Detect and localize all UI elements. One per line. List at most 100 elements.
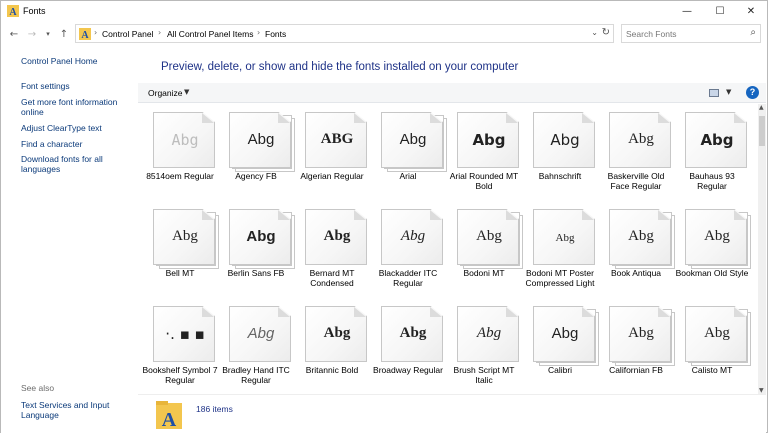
font-tile[interactable]: Abg Bell MT	[142, 201, 219, 301]
font-tile[interactable]: Abg Calibri	[522, 298, 599, 394]
font-preview-sheet: ·. ▪ ▪	[153, 306, 215, 362]
font-name: Calisto MT	[691, 365, 733, 375]
link-more-font-info[interactable]: Get more font information online	[21, 97, 121, 117]
arrow-up-icon: ↑	[59, 28, 69, 40]
page-fold	[582, 113, 594, 123]
font-name: Calibri	[547, 365, 573, 375]
font-file-icon: Abg	[305, 209, 371, 267]
font-tile[interactable]: Abg Broadway Regular	[370, 298, 446, 394]
font-sample: Abg	[172, 228, 198, 244]
font-file-icon: Abg	[381, 112, 447, 172]
font-name: Agency FB	[235, 171, 277, 181]
font-preview-sheet: Abg	[533, 112, 595, 168]
font-tile[interactable]: Abg Calisto MT	[674, 298, 751, 394]
font-sample: Abg	[171, 131, 199, 149]
up-button[interactable]: ↑	[57, 26, 71, 42]
font-sample: ·. ▪ ▪	[165, 325, 205, 343]
back-button[interactable]: ←	[7, 26, 21, 42]
font-sample: Abg	[704, 325, 730, 341]
scroll-thumb[interactable]	[759, 116, 765, 146]
font-grid: Abg 8514oem Regular Abg Agency FB ABG Algeria…	[138, 104, 758, 394]
search-icon[interactable]: ⌕	[750, 27, 756, 38]
search-input[interactable]	[626, 28, 741, 40]
address-dropdown-icon[interactable]: ⌄	[591, 28, 598, 37]
breadcrumb-control-panel[interactable]: Control Panel	[102, 29, 154, 39]
font-tile[interactable]: Abg Bradley Hand ITC Regular	[218, 298, 294, 394]
font-file-icon: Abg	[609, 112, 675, 170]
font-name: Book Antiqua	[610, 268, 662, 278]
font-preview-sheet: Abg	[229, 112, 291, 168]
view-options-chevron-icon[interactable]: ▼	[726, 88, 731, 96]
font-preview-sheet: Abg	[153, 112, 215, 168]
help-icon[interactable]: ?	[746, 86, 759, 99]
breadcrumb-fonts[interactable]: Fonts	[265, 29, 286, 39]
link-download-fonts[interactable]: Download fonts for all languages	[21, 154, 111, 174]
details-pane: A 186 items	[138, 394, 766, 433]
fonts-app-icon: A	[7, 5, 19, 17]
font-file-icon: Abg	[305, 306, 371, 364]
font-tile[interactable]: Abg Californian FB	[598, 298, 675, 394]
font-tile[interactable]: ABG Algerian Regular	[294, 104, 370, 204]
minimize-button[interactable]: —	[671, 1, 703, 21]
font-name: Bookshelf Symbol 7 Regular	[142, 365, 218, 385]
font-sample: Abg	[551, 325, 579, 342]
link-font-settings[interactable]: Font settings	[21, 81, 133, 91]
font-sample: Abg	[399, 325, 427, 341]
font-tile[interactable]: Abg Arial Rounded MT Bold	[446, 104, 522, 204]
font-tile[interactable]: Abg Baskerville Old Face Regular	[598, 104, 674, 204]
link-control-panel-home[interactable]: Control Panel Home	[21, 56, 133, 66]
font-tile[interactable]: Abg Bernard MT Condensed	[294, 201, 370, 301]
search-box[interactable]: ⌕	[621, 24, 761, 43]
font-sample: Abg	[555, 232, 575, 244]
breadcrumb-all-items[interactable]: All Control Panel Items	[167, 29, 253, 39]
link-find-character[interactable]: Find a character	[21, 139, 133, 149]
font-tile[interactable]: ·. ▪ ▪ Bookshelf Symbol 7 Regular	[142, 298, 218, 394]
font-tile[interactable]: Abg Blackadder ITC Regular	[370, 201, 446, 301]
font-tile[interactable]: Abg Bodoni MT Poster Compressed Light	[522, 201, 598, 301]
refresh-icon[interactable]: ↻	[602, 27, 610, 38]
font-sample: Abg	[247, 131, 275, 148]
font-sample: Abg	[550, 131, 580, 149]
svg-text:A: A	[9, 7, 17, 17]
font-name: Bernard MT Condensed	[309, 268, 355, 288]
font-tile[interactable]: Abg Book Antiqua	[598, 201, 675, 301]
scroll-down-icon[interactable]: ▼	[759, 387, 764, 394]
font-name: Arial Rounded MT Bold	[449, 171, 519, 191]
font-tile[interactable]: Abg Brush Script MT Italic	[446, 298, 522, 394]
font-tile[interactable]: Abg Bookman Old Style	[674, 201, 751, 301]
font-tile[interactable]: Abg Bauhaus 93 Regular	[674, 104, 750, 204]
font-tile[interactable]: Abg Arial	[370, 104, 447, 204]
maximize-button[interactable]: ☐	[704, 1, 736, 21]
svg-text:A: A	[162, 409, 177, 429]
organize-button[interactable]: Organize	[148, 88, 183, 98]
font-file-icon: Abg	[229, 209, 295, 269]
close-button[interactable]: ✕	[735, 1, 767, 21]
font-sample: Abg	[476, 228, 502, 244]
vertical-scrollbar[interactable]: ▲ ▼	[758, 104, 766, 394]
font-preview-sheet: Abg	[381, 209, 443, 265]
change-view-icon[interactable]	[709, 89, 719, 97]
arrow-right-icon: →	[27, 28, 37, 40]
link-text-services[interactable]: Text Services and Input Language	[21, 400, 116, 420]
breadcrumb-separator-icon: ›	[94, 28, 98, 37]
font-tile[interactable]: Abg Bodoni MT	[446, 201, 523, 301]
font-file-icon: Abg	[685, 112, 751, 170]
font-file-icon: Abg	[381, 209, 447, 267]
font-file-icon: Abg	[229, 112, 295, 172]
font-sample: Abg	[628, 325, 654, 341]
recent-locations-button[interactable]: ▾	[41, 26, 55, 42]
font-sample: Abg	[246, 228, 276, 245]
font-tile[interactable]: Abg Bahnschrift	[522, 104, 598, 204]
font-tile[interactable]: Abg 8514oem Regular	[142, 104, 218, 204]
font-tile[interactable]: Abg Britannic Bold	[294, 298, 370, 394]
font-file-icon: Abg	[609, 209, 675, 269]
page-fold	[658, 113, 670, 123]
title-bar: A Fonts — ☐ ✕	[1, 1, 767, 21]
link-adjust-cleartype[interactable]: Adjust ClearType text	[21, 123, 133, 133]
font-tile[interactable]: Abg Berlin Sans FB	[218, 201, 295, 301]
address-bar[interactable]: A › Control Panel › All Control Panel It…	[75, 24, 614, 43]
font-file-icon: Abg	[533, 209, 599, 267]
forward-button[interactable]: →	[25, 26, 39, 42]
scroll-up-icon[interactable]: ▲	[759, 104, 764, 111]
font-tile[interactable]: Abg Agency FB	[218, 104, 295, 204]
